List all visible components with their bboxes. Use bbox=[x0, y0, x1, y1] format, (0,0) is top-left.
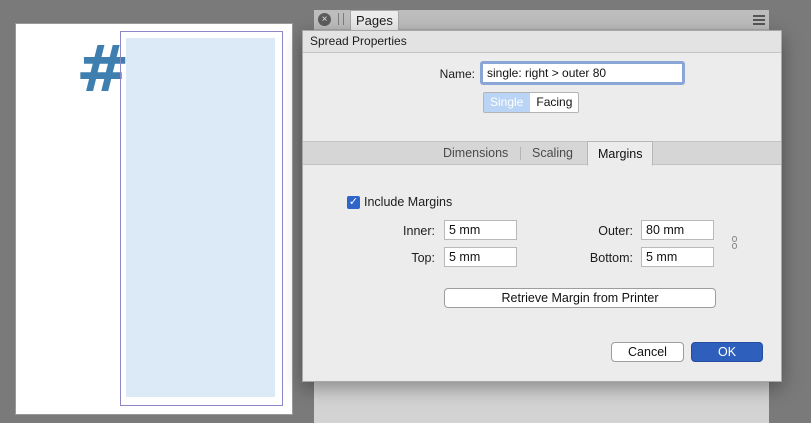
tab-separator bbox=[520, 147, 521, 160]
top-label: Top: bbox=[411, 251, 435, 265]
tab-margins[interactable]: Margins bbox=[587, 141, 654, 166]
grip-icon[interactable] bbox=[338, 13, 344, 25]
close-icon[interactable]: × bbox=[318, 13, 331, 26]
outer-margin-input[interactable] bbox=[641, 220, 714, 240]
outer-label: Outer: bbox=[598, 224, 633, 238]
include-margins-checkbox[interactable]: ✓ bbox=[347, 196, 360, 209]
name-label: Name: bbox=[439, 67, 475, 81]
layout-segmented-control: Single Facing bbox=[483, 92, 580, 113]
tab-scaling[interactable]: Scaling bbox=[532, 142, 573, 165]
panel-menu-icon[interactable] bbox=[753, 15, 765, 25]
cancel-button[interactable]: Cancel bbox=[611, 342, 684, 362]
single-segment[interactable]: Single bbox=[484, 93, 530, 112]
top-margin-input[interactable] bbox=[444, 247, 517, 267]
tab-dimensions[interactable]: Dimensions bbox=[443, 142, 508, 165]
inner-label: Inner: bbox=[403, 224, 435, 238]
bottom-label: Bottom: bbox=[589, 251, 633, 265]
ok-button[interactable]: OK bbox=[691, 342, 763, 362]
link-chain-icon[interactable] bbox=[732, 236, 737, 250]
document-page: # bbox=[15, 23, 293, 415]
tab-strip: Dimensions Scaling Margins bbox=[303, 141, 781, 166]
inner-margin-input[interactable] bbox=[444, 220, 517, 240]
name-input[interactable] bbox=[480, 61, 685, 85]
spread-properties-dialog: Spread Properties Name: Single Facing Di… bbox=[302, 30, 782, 382]
facing-segment[interactable]: Facing bbox=[529, 93, 578, 112]
tab-pages[interactable]: Pages bbox=[350, 10, 399, 31]
bottom-margin-input[interactable] bbox=[641, 247, 714, 267]
page-content-area bbox=[126, 38, 275, 397]
retrieve-margin-button[interactable]: Retrieve Margin from Printer bbox=[444, 288, 716, 308]
include-margins-label: Include Margins bbox=[364, 195, 453, 209]
page-margin-guide bbox=[120, 31, 283, 406]
pages-panel-tabbar: × Pages bbox=[314, 10, 769, 31]
dialog-title: Spread Properties bbox=[303, 31, 781, 53]
